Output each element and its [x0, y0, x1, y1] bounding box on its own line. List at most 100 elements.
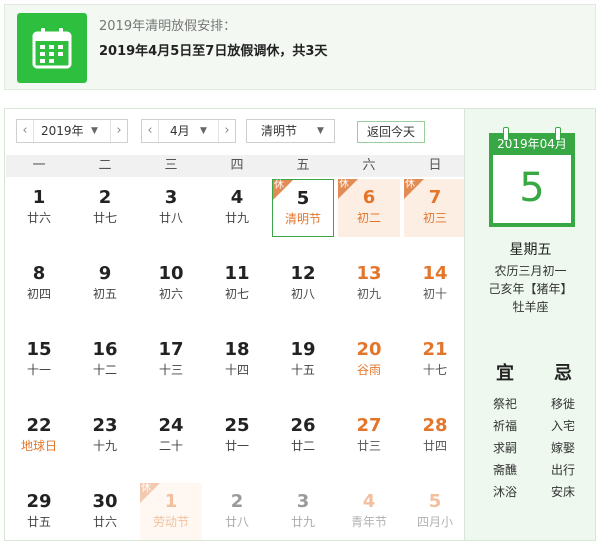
date-card-day: 5 — [489, 155, 575, 227]
weekday-cell: 六 — [362, 158, 376, 173]
holiday-value[interactable]: 清明节 — [261, 120, 297, 142]
day-number: 3 — [296, 491, 310, 512]
day-cell[interactable]: 16 十二 — [74, 331, 136, 389]
day-cell[interactable]: 23 十九 — [74, 407, 136, 465]
day-cell[interactable]: 11 初七 — [206, 255, 268, 313]
day-cell[interactable]: 27 廿三 — [338, 407, 400, 465]
day-cell[interactable]: 26 廿二 — [272, 407, 334, 465]
day-cell[interactable]: 30 廿六 — [74, 483, 136, 540]
lunar-label: 廿七 — [92, 211, 117, 225]
chevron-down-icon[interactable]: ▼ — [91, 120, 98, 142]
holiday-badge-label: 休 — [141, 483, 151, 494]
lunar-label: 廿五 — [26, 515, 51, 529]
prev-year-icon[interactable]: ‹ — [17, 120, 34, 142]
lunar-label: 四月小 — [416, 515, 453, 529]
day-cell[interactable]: 20 谷雨 — [338, 331, 400, 389]
day-cell[interactable]: 2 廿七 — [74, 179, 136, 237]
constellation: 牡羊座 — [512, 300, 549, 314]
lunar-label: 初八 — [290, 287, 315, 301]
next-month-icon[interactable]: › — [218, 120, 235, 142]
day-cell[interactable]: 9 初五 — [74, 255, 136, 313]
day-cell[interactable]: 3 廿九 — [272, 483, 334, 540]
back-to-today-button[interactable]: 返回今天 — [357, 121, 425, 143]
lunar-label: 十四 — [224, 363, 249, 377]
lunar-label: 二十 — [158, 439, 183, 453]
day-cell[interactable]: 2 廿八 — [206, 483, 268, 540]
lunar-label: 初五 — [92, 287, 117, 301]
ji-item: 安床 — [550, 485, 575, 499]
day-cell[interactable]: 14 初十 — [404, 255, 466, 313]
next-year-icon[interactable]: › — [110, 120, 127, 142]
lunar-label: 廿六 — [92, 515, 117, 529]
day-number: 13 — [356, 263, 382, 284]
day-cell[interactable]: 休 5 清明节 — [272, 179, 334, 237]
day-cell[interactable]: 休 7 初三 — [404, 179, 466, 237]
weekday-cell: 一 — [32, 158, 46, 173]
day-number: 9 — [98, 263, 112, 284]
yi-item: 沐浴 — [492, 485, 517, 499]
day-cell[interactable]: 10 初六 — [140, 255, 202, 313]
day-number: 29 — [26, 491, 52, 512]
yi-column: 宜 祭祀 祈福 求嗣 斋醮 沐浴 — [475, 359, 535, 503]
lunar-label: 廿四 — [422, 439, 447, 453]
prev-month-icon[interactable]: ‹ — [142, 120, 159, 142]
day-cell[interactable]: 19 十五 — [272, 331, 334, 389]
day-cell[interactable]: 8 初四 — [8, 255, 70, 313]
day-number: 27 — [356, 415, 382, 436]
binder-ring-icon — [503, 127, 509, 141]
yi-item: 求嗣 — [492, 441, 517, 455]
day-cell[interactable]: 休 1 劳动节 — [140, 483, 202, 540]
day-cell[interactable]: 休 6 初二 — [338, 179, 400, 237]
lunar-label: 清明节 — [284, 212, 321, 226]
holiday-badge-label: 休 — [405, 179, 415, 190]
day-cell[interactable]: 17 十三 — [140, 331, 202, 389]
day-number: 25 — [224, 415, 250, 436]
day-cell[interactable]: 4 廿九 — [206, 179, 268, 237]
notice-detail: 2019年4月5日至7日放假调休，共3天 — [99, 44, 328, 59]
day-cell[interactable]: 1 廿六 — [8, 179, 70, 237]
day-number: 24 — [158, 415, 184, 436]
lunar-label: 廿六 — [26, 211, 51, 225]
day-cell[interactable]: 28 廿四 — [404, 407, 466, 465]
lunar-label: 初九 — [356, 287, 381, 301]
day-number: 2 — [98, 187, 112, 208]
date-card-header: 2019年04月 — [489, 133, 575, 155]
day-cell[interactable]: 22 地球日 — [8, 407, 70, 465]
day-cell[interactable]: 18 十四 — [206, 331, 268, 389]
month-selector[interactable]: ‹ 4月 ▼ › — [141, 119, 236, 143]
ganzhi-year: 己亥年【猪年】 — [488, 282, 573, 296]
calendar-widget: ‹ 2019年 ▼ › ‹ 4月 ▼ › 清明节 ▼ 返回今天 一二三四五六日 … — [4, 108, 596, 541]
ji-title: 忌 — [554, 363, 572, 384]
year-selector[interactable]: ‹ 2019年 ▼ › — [16, 119, 128, 143]
day-cell[interactable]: 5 四月小 — [404, 483, 466, 540]
day-number: 20 — [356, 339, 382, 360]
chevron-down-icon[interactable]: ▼ — [200, 120, 207, 142]
lunar-label: 十五 — [290, 363, 315, 377]
lunar-label: 初十 — [422, 287, 447, 301]
yi-title: 宜 — [496, 363, 514, 384]
lunar-label: 廿九 — [224, 211, 249, 225]
year-value[interactable]: 2019年 — [41, 120, 84, 142]
day-cell[interactable]: 13 初九 — [338, 255, 400, 313]
day-number: 10 — [158, 263, 184, 284]
weekday-cell: 三 — [164, 158, 178, 173]
day-cell[interactable]: 12 初八 — [272, 255, 334, 313]
holiday-selector[interactable]: 清明节 ▼ — [246, 119, 335, 143]
lunar-label: 地球日 — [20, 439, 57, 453]
day-grid: 1 廿六 2 廿七 3 廿八 4 廿九休 5 清明节休 6 初二休 7 初三 8 初四 9 初五 10 初六 11 初七 1… — [6, 179, 466, 540]
lunar-label: 劳动节 — [152, 515, 189, 529]
day-cell[interactable]: 15 十一 — [8, 331, 70, 389]
lunar-label: 初四 — [26, 287, 51, 301]
day-cell[interactable]: 29 廿五 — [8, 483, 70, 540]
day-cell[interactable]: 21 十七 — [404, 331, 466, 389]
day-cell[interactable]: 3 廿八 — [140, 179, 202, 237]
chevron-down-icon[interactable]: ▼ — [317, 120, 324, 142]
day-number: 17 — [158, 339, 184, 360]
day-cell[interactable]: 25 廿一 — [206, 407, 268, 465]
day-number: 8 — [32, 263, 46, 284]
day-number: 21 — [422, 339, 448, 360]
lunar-label: 初三 — [422, 211, 447, 225]
month-value[interactable]: 4月 — [170, 120, 190, 142]
day-cell[interactable]: 24 二十 — [140, 407, 202, 465]
day-cell[interactable]: 4 青年节 — [338, 483, 400, 540]
